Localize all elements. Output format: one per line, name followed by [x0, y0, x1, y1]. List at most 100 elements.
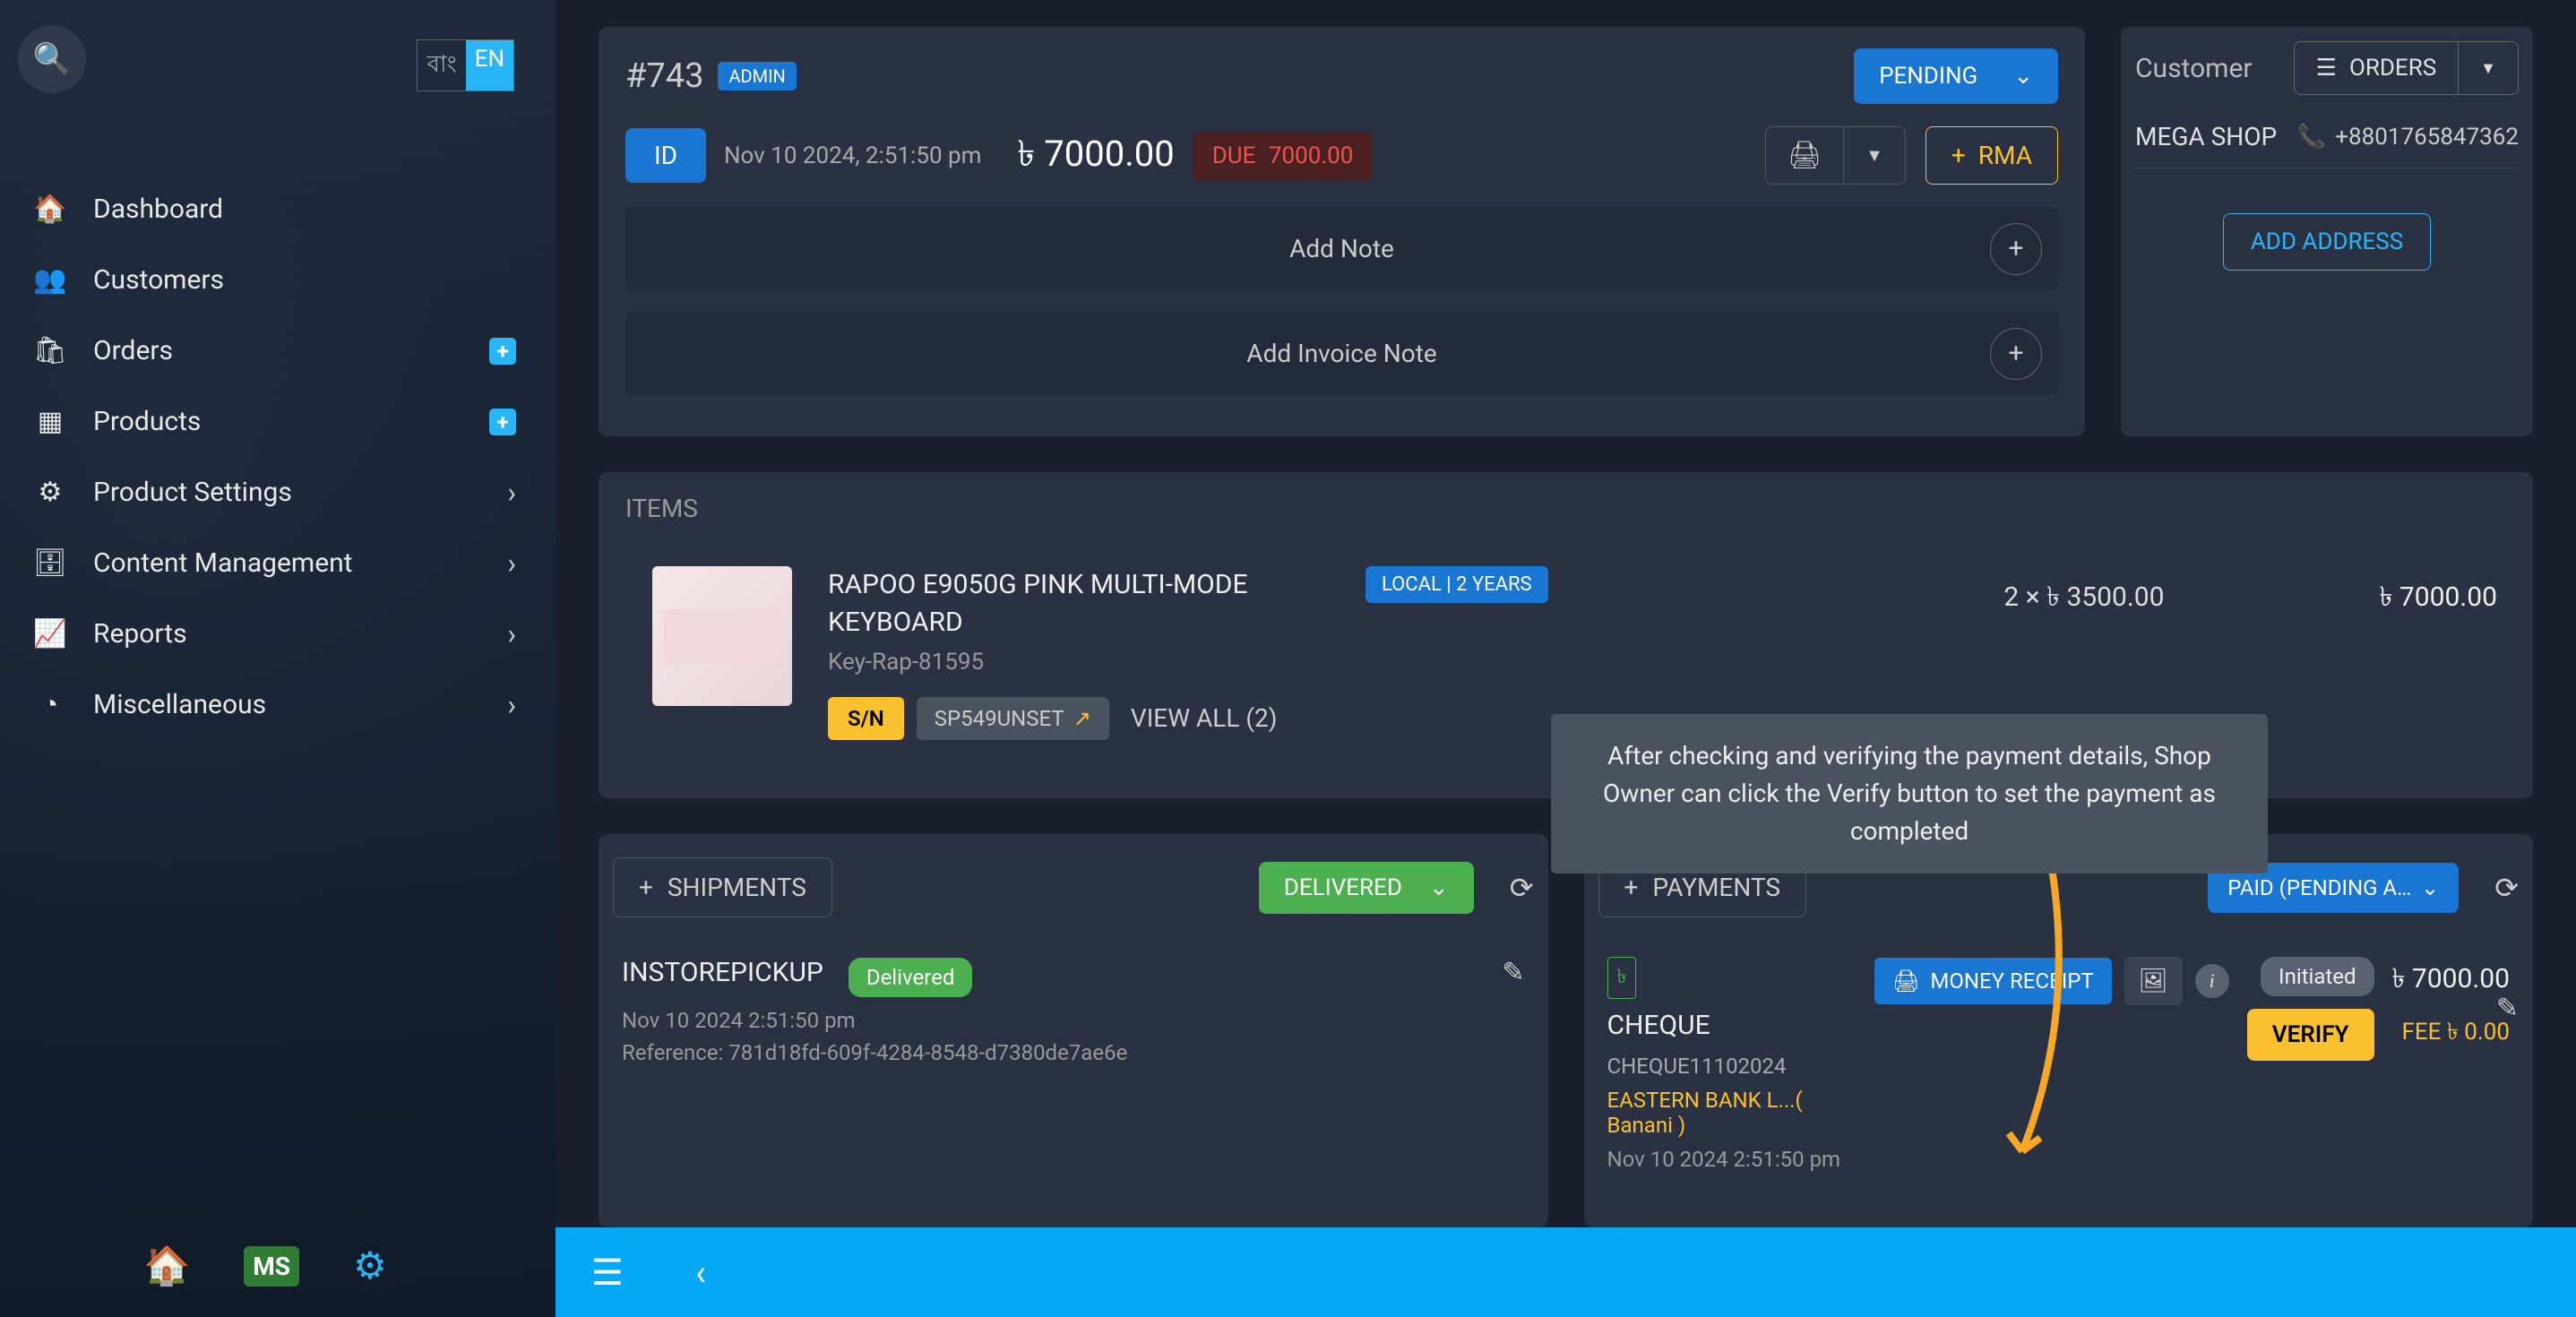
chevron-right-icon: ›	[507, 688, 516, 722]
language-switch[interactable]: বাং EN	[417, 39, 514, 91]
id-button[interactable]: ID	[625, 128, 706, 183]
chevron-right-icon: ›	[507, 547, 516, 581]
add-product-button[interactable]: +	[489, 409, 516, 435]
delivered-badge: Delivered	[849, 958, 973, 997]
add-invoice-note-label: Add Invoice Note	[1246, 339, 1436, 368]
payment-date: Nov 10 2024 2:51:50 pm	[1607, 1147, 1857, 1172]
nav-products[interactable]: ▦ Products +	[0, 386, 556, 457]
status-label: PENDING	[1879, 63, 1977, 90]
chevron-down-icon: ⌄	[2013, 63, 2033, 90]
plus-icon: +	[1624, 873, 1639, 902]
edit-shipment-button[interactable]: ✎	[1502, 957, 1524, 988]
product-name[interactable]: RAPOO E9050G PINK MULTI-MODE KEYBOARD	[828, 566, 1330, 641]
footer-bar: ☰ ‹	[556, 1227, 2576, 1317]
nav-miscellaneous[interactable]: ◔ Miscellaneous ›	[0, 669, 556, 740]
nav-label: Content Management	[93, 547, 353, 579]
nav-customers[interactable]: 👥 Customers	[0, 245, 556, 315]
printer-icon: 🖨	[1892, 968, 1919, 994]
rma-label: RMA	[1978, 141, 2032, 170]
refresh-shipments-button[interactable]: ⟳	[1510, 871, 1534, 905]
rma-button[interactable]: + RMA	[1926, 126, 2058, 185]
lang-en[interactable]: EN	[466, 40, 513, 90]
nav-orders[interactable]: 🛍 Orders +	[0, 315, 556, 386]
chevron-down-icon: ⌄	[1429, 874, 1449, 901]
orders-label: ORDERS	[2349, 55, 2436, 82]
verify-button[interactable]: VERIFY	[2247, 1009, 2374, 1061]
chevron-right-icon: ›	[507, 617, 516, 651]
initiated-badge: Initiated	[2261, 957, 2374, 996]
info-button[interactable]: i	[2195, 964, 2229, 998]
serial-number-badge[interactable]: S/N	[828, 697, 904, 740]
content: #743 ADMIN PENDING ⌄ ID Nov 10 2024, 2:5…	[556, 0, 2576, 1227]
plus-icon: +	[639, 873, 653, 902]
order-total: ৳ 7000.00	[1017, 125, 1174, 185]
ms-badge[interactable]: MS	[244, 1246, 299, 1287]
shipments-label: SHIPMENTS	[668, 873, 806, 902]
shipment-status-dropdown[interactable]: DELIVERED ⌄	[1259, 862, 1474, 914]
customer-card: Customer ☰ORDERS ▼ MEGA SHOP 📞+880176584…	[2121, 27, 2533, 436]
caret-down-icon: ▼	[2480, 59, 2496, 78]
settings-footer-icon[interactable]: ⚙	[353, 1244, 387, 1288]
lang-bn[interactable]: বাং	[418, 40, 465, 90]
search-icon: 🔍	[33, 41, 71, 77]
add-invoice-note-row[interactable]: Add Invoice Note +	[625, 312, 2058, 395]
payment-bank: EASTERN BANK L...( Banani )	[1607, 1088, 1857, 1138]
items-heading: ITEMS	[599, 472, 2533, 545]
plus-icon: +	[2008, 233, 2023, 264]
edit-payment-button[interactable]: ✎	[2496, 993, 2519, 1024]
currency-badge: ৳	[1607, 957, 1637, 999]
search-button[interactable]: 🔍	[18, 25, 86, 93]
payment-amount: ৳ 7000.00	[2392, 957, 2510, 1003]
line-total: ৳ 7000.00	[2380, 566, 2497, 621]
gear-icon: ⚙	[32, 477, 68, 508]
nav-label: Orders	[93, 335, 173, 366]
nav-label: Products	[93, 406, 201, 437]
chevron-down-icon: ⌄	[2421, 875, 2439, 900]
nav-reports[interactable]: 📈 Reports ›	[0, 598, 556, 669]
home-footer-icon[interactable]: 🏠	[143, 1244, 190, 1288]
add-note-button[interactable]: +	[1990, 223, 2042, 275]
plus-icon: +	[2008, 338, 2023, 369]
nav-label: Product Settings	[93, 477, 292, 508]
print-button-group: 🖨 ▼	[1765, 126, 1906, 185]
order-date: Nov 10 2024, 2:51:50 pm	[724, 142, 981, 169]
nav-content-management[interactable]: 🗄 Content Management ›	[0, 528, 556, 598]
sp-code-badge[interactable]: SP549UNSET ↗	[917, 697, 1109, 740]
tooltip: After checking and verifying the payment…	[1551, 714, 2268, 874]
main: #743 ADMIN PENDING ⌄ ID Nov 10 2024, 2:5…	[556, 0, 2576, 1317]
nav-dashboard[interactable]: 🏠 Dashboard	[0, 174, 556, 245]
add-shipment-button[interactable]: + SHIPMENTS	[613, 857, 832, 917]
add-order-button[interactable]: +	[489, 338, 516, 365]
order-status-dropdown[interactable]: PENDING ⌄	[1854, 48, 2058, 104]
external-link-icon: ↗	[1073, 706, 1091, 731]
items-card: ITEMS RAPOO E9050G PINK MULTI-MODE KEYBO…	[599, 472, 2533, 799]
add-address-button[interactable]: ADD ADDRESS	[2223, 213, 2431, 271]
payment-method: CHEQUE	[1607, 1010, 1857, 1041]
add-note-row[interactable]: Add Note +	[625, 207, 2058, 290]
view-all-link[interactable]: VIEW ALL (2)	[1131, 703, 1278, 733]
due-label: DUE	[1212, 142, 1256, 169]
misc-icon: ◔	[32, 689, 68, 720]
print-button[interactable]: 🖨	[1765, 126, 1844, 185]
chevron-right-icon: ›	[507, 476, 516, 510]
back-button[interactable]: ‹	[695, 1252, 706, 1294]
product-image	[652, 566, 792, 706]
bottom-row: + SHIPMENTS DELIVERED ⌄ ⟳ INSTOREPICKUP …	[599, 834, 2533, 1227]
print-dropdown[interactable]: ▼	[1844, 126, 1906, 185]
menu-button[interactable]: ☰	[591, 1252, 624, 1294]
nav-product-settings[interactable]: ⚙ Product Settings ›	[0, 457, 556, 528]
product-sku: Key-Rap-81595	[828, 649, 1330, 676]
shipment-reference: Reference: 781d18fd-609f-4284-8548-d7380…	[622, 1040, 1525, 1065]
refresh-payments-button[interactable]: ⟳	[2494, 871, 2519, 905]
phone-icon: 📞	[2297, 124, 2326, 151]
nav-label: Dashboard	[93, 194, 223, 225]
orders-icon: 🛍	[32, 335, 68, 366]
add-invoice-note-button[interactable]: +	[1990, 328, 2042, 380]
customer-orders-dropdown[interactable]: ☰ORDERS ▼	[2294, 41, 2519, 95]
sidebar: 🔍 বাং EN 🏠 Dashboard 👥 Customers 🛍 Order…	[0, 0, 556, 1317]
home-icon: 🏠	[32, 194, 68, 225]
attachment-image-button[interactable]: 🖼	[2124, 957, 2183, 1005]
nav-label: Miscellaneous	[93, 689, 266, 720]
content-icon: 🗄	[32, 547, 68, 579]
chart-icon: 📈	[32, 618, 68, 650]
